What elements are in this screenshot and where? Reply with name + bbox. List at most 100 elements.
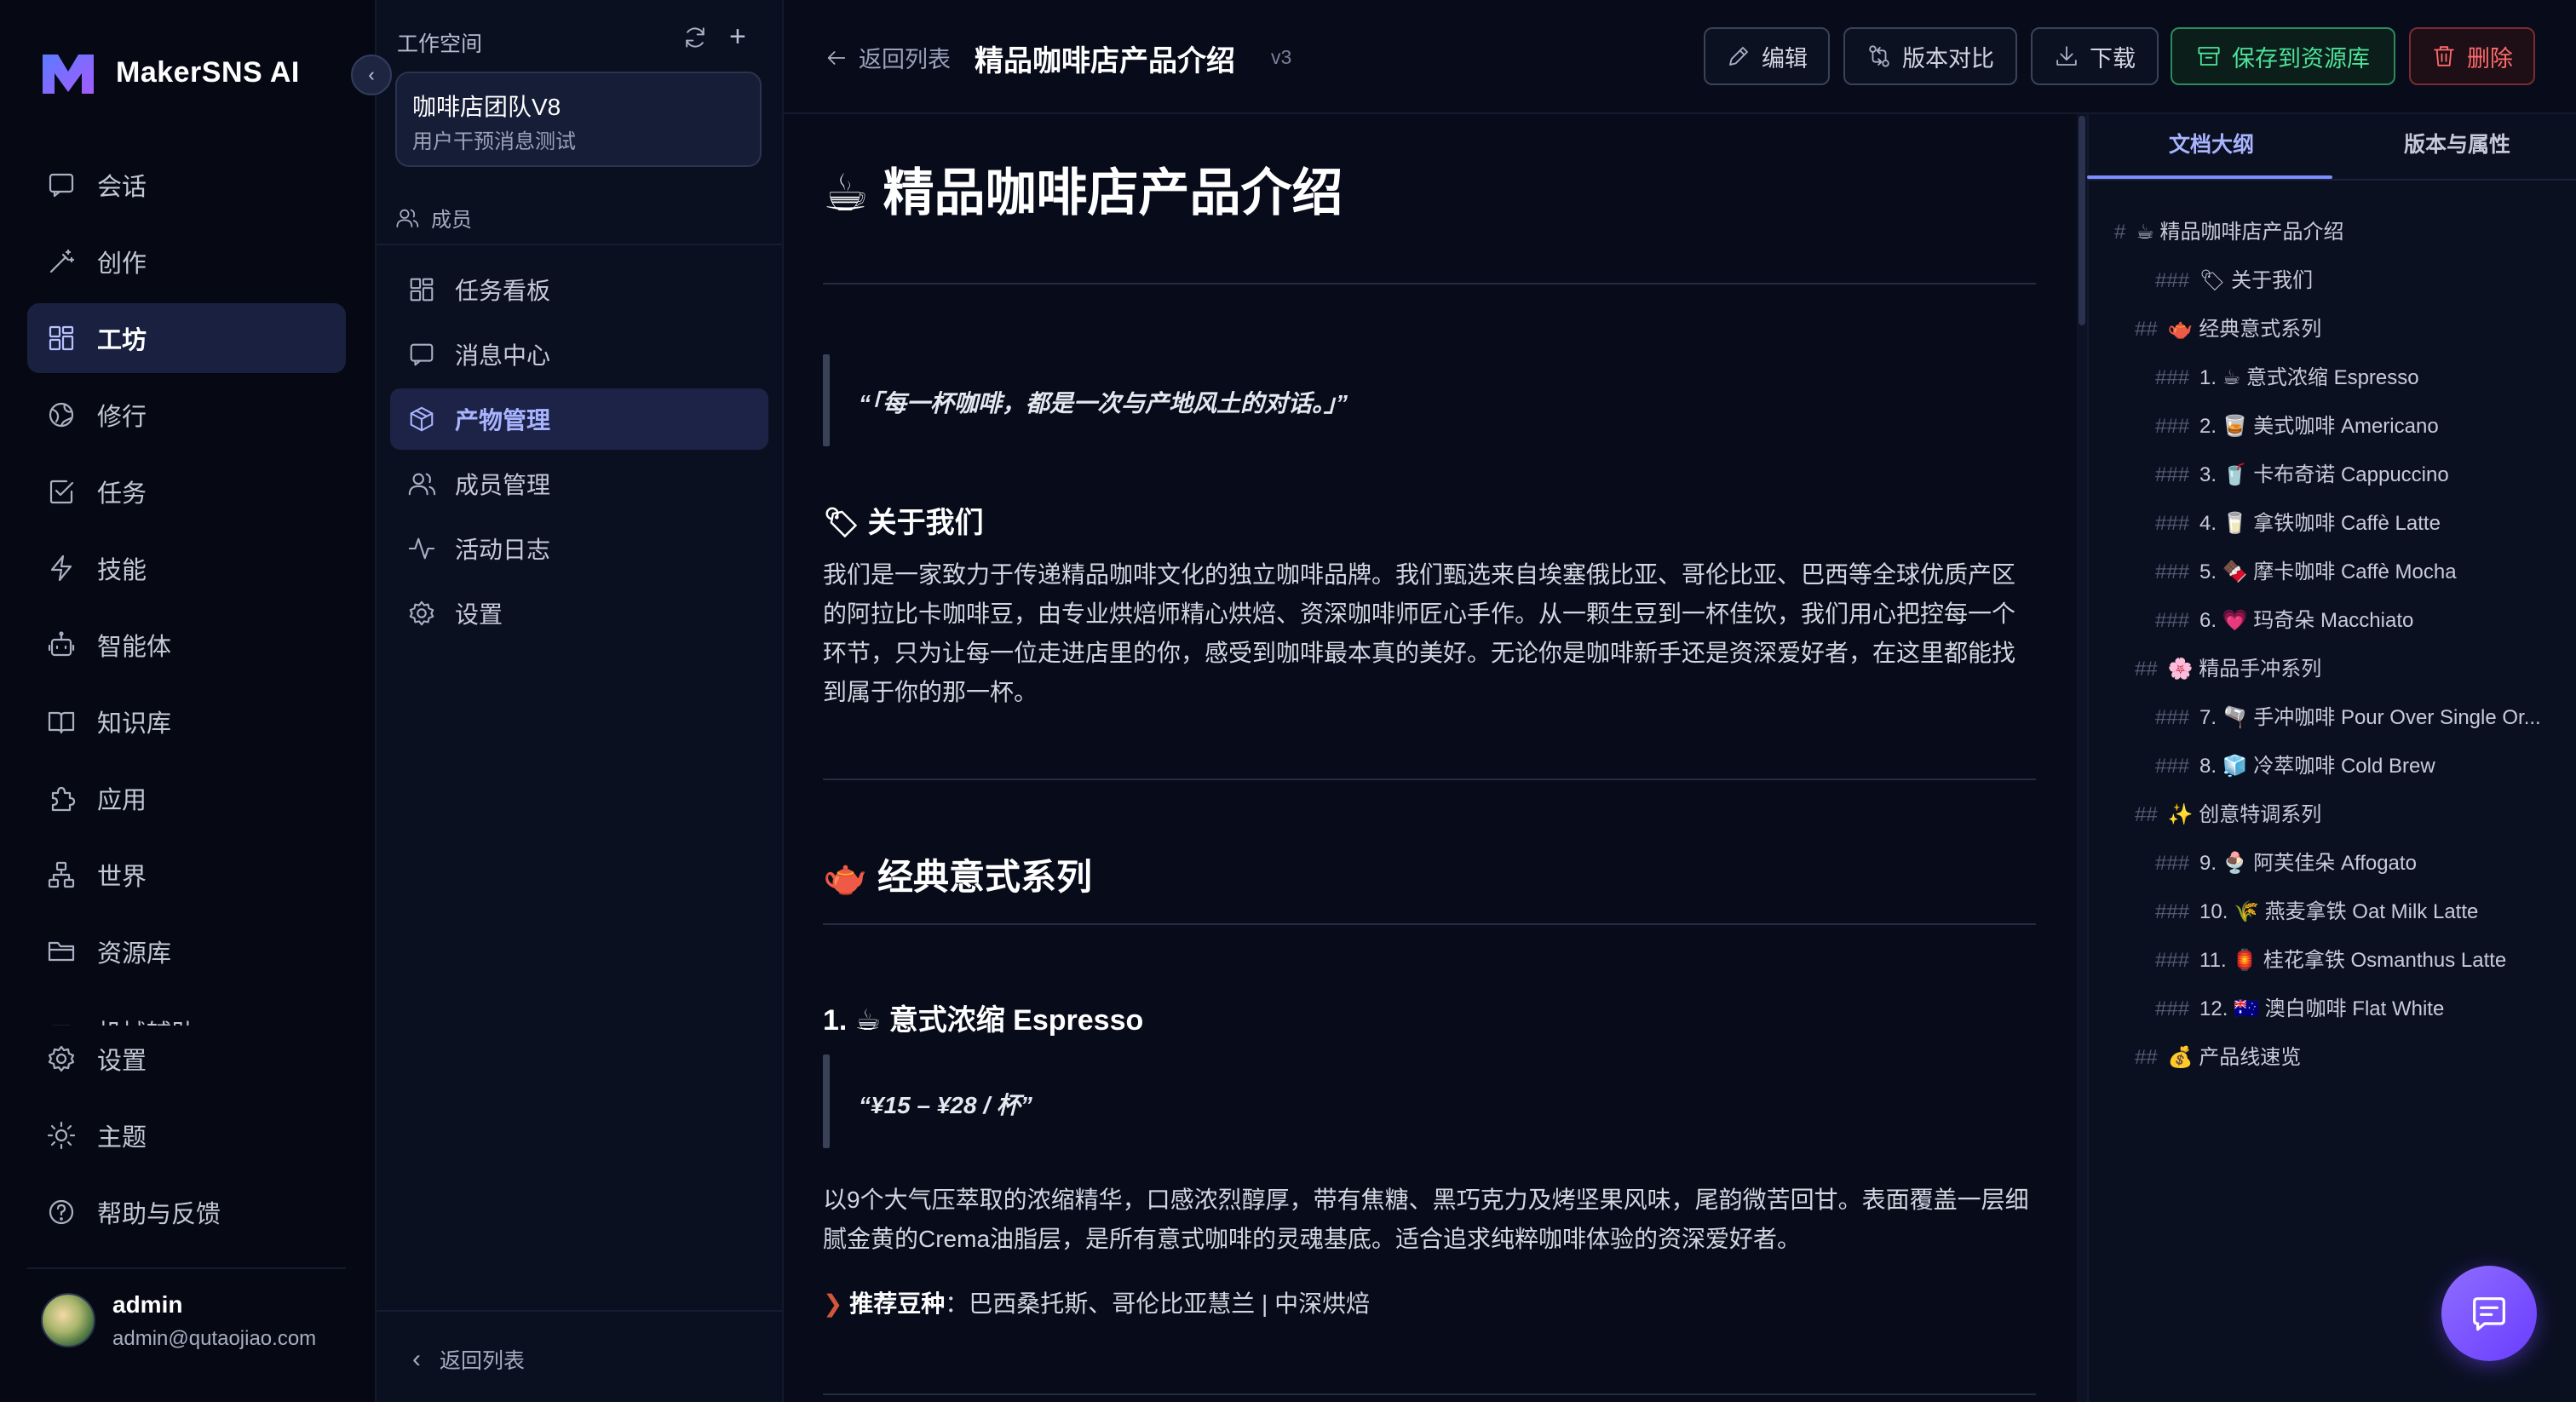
compare-icon <box>1869 45 1889 67</box>
outline-item[interactable]: ### 🏷 关于我们 <box>2155 263 2313 293</box>
outline-item-text: 12. 🇦🇺 澳白咖啡 Flat White <box>2199 997 2445 1020</box>
user-name: admin <box>112 1291 183 1318</box>
outline-item-level: # <box>2114 221 2126 244</box>
outline-item[interactable]: ## ✨ 创意特调系列 <box>2135 797 2321 827</box>
refresh-icon[interactable] <box>681 24 709 51</box>
sidebar-item-tasks[interactable]: 任务 <box>27 457 346 526</box>
sidebar-item-label: 应用 <box>97 787 147 814</box>
sidebar-item-create[interactable]: 创作 <box>27 227 346 296</box>
bean-value: ：巴西桑托斯、哥伦比亚慧兰 | 中深烘焙 <box>945 1290 1371 1317</box>
download-icon <box>2056 46 2077 66</box>
outline-item[interactable]: ### 9. 🍨 阿芙佳朵 Affogato <box>2155 846 2417 876</box>
outline-item[interactable]: ### 8. 🧊 冷萃咖啡 Cold Brew <box>2155 749 2435 779</box>
outline-item-text: 💰 产品线速览 <box>2167 1046 2302 1069</box>
sidebar-item-skills[interactable]: 技能 <box>27 533 346 603</box>
ws-item-label: 活动日志 <box>455 537 551 563</box>
download-button[interactable]: 下载 <box>2031 27 2159 85</box>
outline-item[interactable]: # ☕ 精品咖啡店产品介绍 <box>2114 215 2344 244</box>
outline-item[interactable]: ### 10. 🌾 燕麦拿铁 Oat Milk Latte <box>2155 894 2478 924</box>
outline-item[interactable]: ### 3. 🥤 卡布奇诺 Cappuccino <box>2155 457 2449 487</box>
gear-icon <box>409 600 434 626</box>
outline-item-level: ### <box>2155 997 2190 1020</box>
outline-item[interactable]: ### 1. ☕ 意式浓缩 Espresso <box>2155 360 2419 390</box>
collapse-sidebar-button[interactable]: ‹ <box>351 55 392 95</box>
ws-item-members[interactable]: 成员管理 <box>390 453 768 514</box>
sidebar-item-settings[interactable]: 设置 <box>27 1024 346 1094</box>
sidebar-item-apps[interactable]: 应用 <box>27 763 346 833</box>
outline-item[interactable]: ### 12. 🇦🇺 澳白咖啡 Flat White <box>2155 991 2444 1021</box>
outline-item-text: ✨ 创意特调系列 <box>2167 803 2322 826</box>
chat-fab-button[interactable] <box>2441 1266 2537 1361</box>
outline-item[interactable]: ### 5. 🍫 摩卡咖啡 Caffè Mocha <box>2155 554 2457 584</box>
back-to-list-link[interactable]: ‹ 返回列表 <box>412 1344 525 1375</box>
outline-item[interactable]: ## 🌸 精品手冲系列 <box>2135 652 2321 681</box>
download-label: 下载 <box>2090 45 2136 72</box>
sidebar-item-practice[interactable]: 修行 <box>27 380 346 450</box>
about-heading: 🏷 关于我们 <box>823 499 984 541</box>
members-link[interactable]: 成员 <box>395 203 472 233</box>
teapot-icon: 🫖 <box>823 856 868 898</box>
sidebar-item-help[interactable]: 帮助与反馈 <box>27 1177 346 1247</box>
sidebar-item-agents[interactable]: 智能体 <box>27 610 346 680</box>
ws-item-settings[interactable]: 设置 <box>390 583 768 644</box>
sidebar-item-resources[interactable]: 资源库 <box>27 916 346 986</box>
save-to-library-button[interactable]: 保存到资源库 <box>2171 27 2395 85</box>
outline-item[interactable]: ### 11. 🏮 桂花拿铁 Osmanthus Latte <box>2155 943 2506 973</box>
outline-item-text: 2. 🥃 美式咖啡 Americano <box>2199 415 2439 438</box>
outline-item-level: ### <box>2155 366 2190 389</box>
tab-version-properties[interactable]: 版本与属性 <box>2404 128 2510 158</box>
delete-button[interactable]: 删除 <box>2409 27 2535 85</box>
sidebar-item-theme[interactable]: 主题 <box>27 1100 346 1170</box>
lightning-icon <box>50 554 72 582</box>
sidebar-item-knowledge[interactable]: 知识库 <box>27 687 346 756</box>
sidebar-item-workshop[interactable]: 工坊 <box>27 303 346 373</box>
sidebar-item-partial[interactable]: 机械辅助 <box>27 997 346 1026</box>
divider <box>823 1393 2036 1395</box>
outline-item-text: 8. 🧊 冷萃咖啡 Cold Brew <box>2199 755 2435 778</box>
price-quote: “¥15 – ¥28 / 杯” <box>859 1092 1032 1118</box>
outline-item-level: ### <box>2155 609 2190 632</box>
compare-versions-button[interactable]: 版本对比 <box>1843 27 2017 85</box>
ws-item-kanban[interactable]: 任务看板 <box>390 259 768 320</box>
divider <box>377 1310 782 1312</box>
ws-item-label: 成员管理 <box>455 472 551 498</box>
edit-label: 编辑 <box>1762 45 1808 72</box>
kanban-icon <box>410 278 434 302</box>
tab-outline[interactable]: 文档大纲 <box>2169 128 2254 158</box>
outline-item-text: 9. 🍨 阿芙佳朵 Affogato <box>2199 852 2417 875</box>
add-icon[interactable]: + <box>729 22 746 51</box>
header-back-link[interactable]: 返回列表 <box>825 41 951 74</box>
checkbox-icon <box>49 480 74 504</box>
sidebar-item-label: 资源库 <box>97 940 172 968</box>
bean-label: 推荐豆种 <box>849 1290 946 1317</box>
outline-item[interactable]: ### 2. 🥃 美式咖啡 Americano <box>2155 409 2439 439</box>
divider <box>377 244 782 245</box>
folder-icon <box>48 941 75 962</box>
ws-item-artifacts[interactable]: 产物管理 <box>390 388 768 450</box>
sidebar-item-label: 技能 <box>97 557 147 584</box>
section-heading: 🫖 经典意式系列 <box>823 848 1092 900</box>
gear-icon <box>48 1045 75 1072</box>
sidebar-item-label: 会话 <box>97 174 147 201</box>
ws-item-activity[interactable]: 活动日志 <box>390 518 768 579</box>
outline-item[interactable]: ## 💰 产品线速览 <box>2135 1040 2301 1070</box>
outline-item-text: 7. 🫗 手冲咖啡 Pour Over Single Or... <box>2199 706 2541 729</box>
scrollbar-thumb[interactable] <box>2079 116 2085 325</box>
user-email: admin@qutaojiao.com <box>112 1327 317 1350</box>
sidebar-item-label: 主题 <box>97 1124 147 1152</box>
sidebar-item-label: 帮助与反馈 <box>97 1201 221 1228</box>
outline-item[interactable]: ### 6. 💗 玛奇朵 Macchiato <box>2155 603 2413 633</box>
outline-item-level: ### <box>2155 949 2190 972</box>
sidebar-item-chat[interactable]: 会话 <box>27 150 346 220</box>
ws-item-messages[interactable]: 消息中心 <box>390 324 768 385</box>
version-badge: v3 <box>1271 46 1292 68</box>
outline-item[interactable]: ### 4. 🥛 拿铁咖啡 Caffè Latte <box>2155 506 2441 536</box>
delete-label: 删除 <box>2467 45 2513 72</box>
outline-item-level: ## <box>2135 658 2158 681</box>
sun-icon <box>47 1121 76 1150</box>
outline-item[interactable]: ### 7. 🫗 手冲咖啡 Pour Over Single Or... <box>2155 700 2541 730</box>
sidebar-item-world[interactable]: 世界 <box>27 840 346 910</box>
outline-item[interactable]: ## 🫖 经典意式系列 <box>2135 312 2321 342</box>
doc-title: ☕ 精品咖啡店产品介绍 <box>823 152 1343 226</box>
edit-button[interactable]: 编辑 <box>1704 27 1830 85</box>
